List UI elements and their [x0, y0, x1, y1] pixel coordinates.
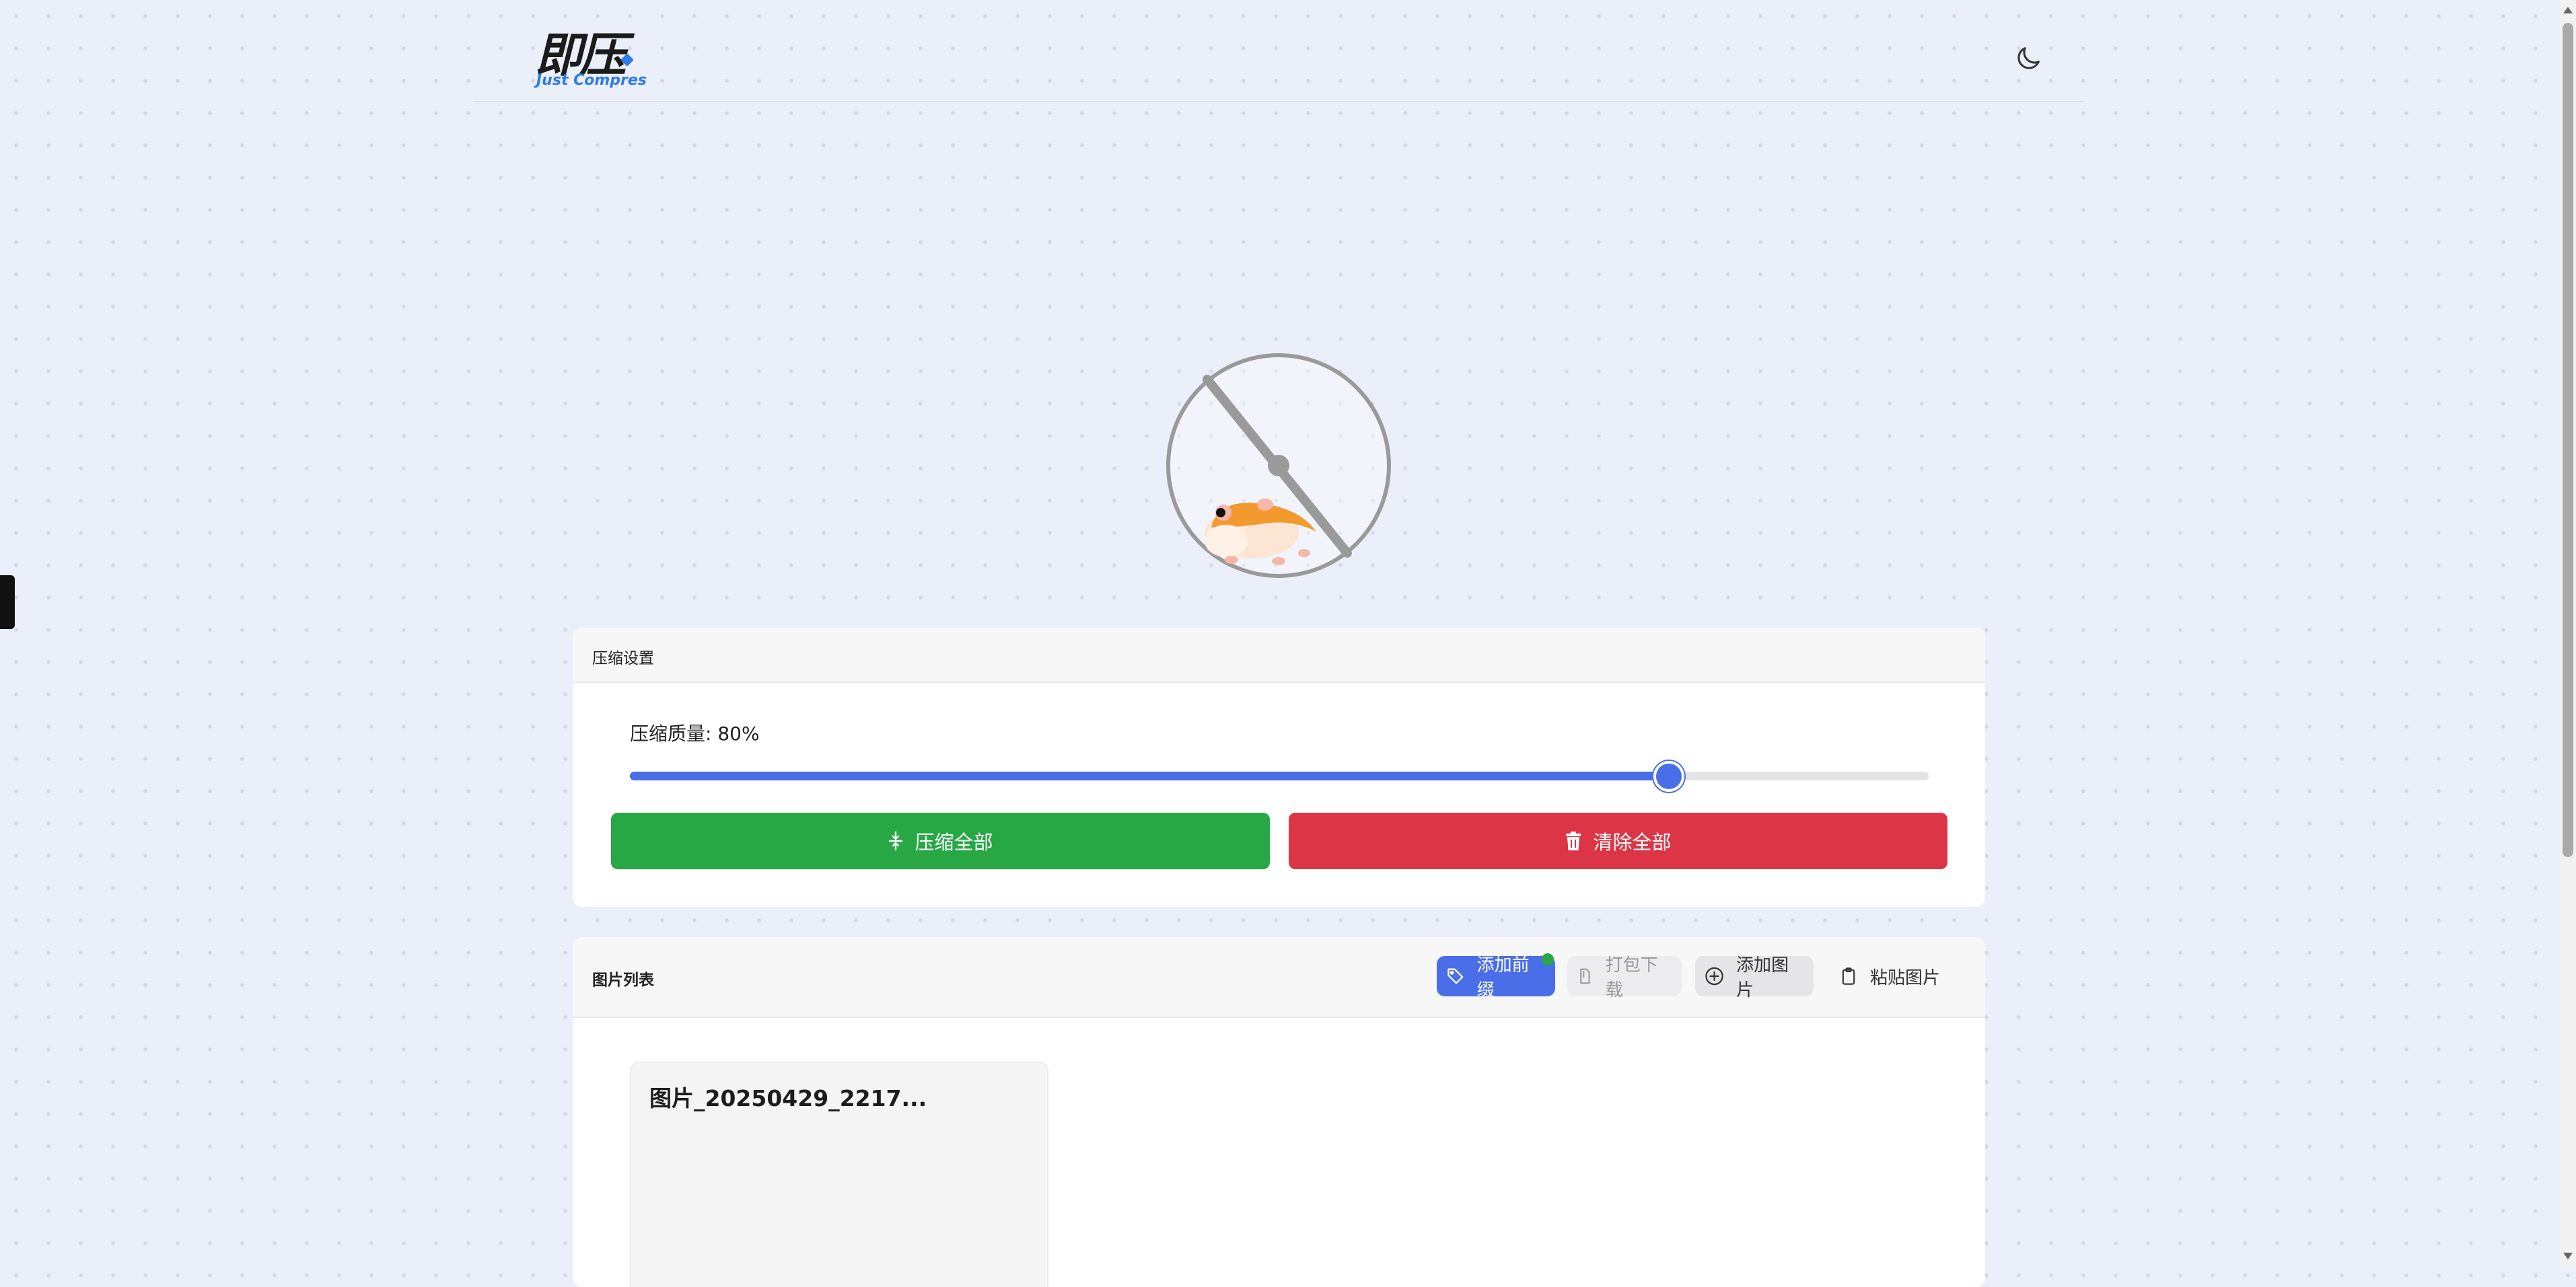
clear-all-label: 清除全部 — [1593, 831, 1672, 854]
compress-all-label: 压缩全部 — [915, 831, 993, 854]
compress-icon — [889, 831, 903, 851]
plus-circle-icon — [1705, 967, 1723, 986]
zip-file-icon — [1580, 968, 1590, 984]
image-item-card[interactable]: 图片_20250429_2217... — [630, 1062, 1048, 1287]
top-header: 即压 Just Compres — [473, 0, 2084, 102]
quality-slider-fill — [630, 772, 1669, 780]
moon-icon[interactable] — [2013, 43, 2044, 74]
paste-image-label: 粘贴图片 — [1870, 967, 1941, 988]
compression-settings-card: 压缩设置 压缩质量: 80% 压缩全部 清除全部 — [573, 628, 1985, 907]
settings-card-header: 压缩设置 — [573, 628, 1985, 683]
clear-all-button[interactable]: 清除全部 — [1289, 813, 1947, 869]
page-scrollbar[interactable] — [2560, 0, 2576, 1266]
hamster-wheel-illustration — [1164, 351, 1393, 580]
image-list-title: 图片列表 — [592, 971, 654, 989]
zip-download-button[interactable]: 打包下载 — [1567, 955, 1682, 1000]
scrollbar-thumb[interactable] — [2563, 23, 2573, 857]
trash-icon — [1566, 832, 1581, 850]
image-list-header: 图片列表 添加前缀 打包下载 添加图片 粘贴图片 — [573, 937, 1985, 1018]
scroll-down-arrow-icon[interactable] — [2563, 1253, 2573, 1259]
paste-image-button[interactable]: 粘贴图片 — [1830, 956, 1964, 996]
scroll-up-arrow-icon[interactable] — [2563, 7, 2573, 13]
compress-all-button[interactable]: 压缩全部 — [611, 813, 1270, 869]
add-image-label: 添加图片 — [1736, 955, 1789, 1000]
quality-slider[interactable] — [630, 761, 1929, 792]
side-drawer-tab[interactable] — [0, 575, 15, 629]
tag-icon — [1447, 968, 1464, 984]
settings-title: 压缩设置 — [592, 650, 654, 667]
zip-download-label: 打包下载 — [1605, 955, 1658, 1000]
add-image-button[interactable]: 添加图片 — [1695, 955, 1814, 1000]
active-badge — [1542, 953, 1554, 965]
add-prefix-label: 添加前缀 — [1476, 955, 1530, 1000]
image-list-card: 图片列表 添加前缀 打包下载 添加图片 粘贴图片 图片_20250429_221… — [573, 937, 1985, 1287]
quality-label: 压缩质量: 80% — [630, 723, 760, 745]
image-file-name: 图片_20250429_2217... — [649, 1085, 927, 1111]
clipboard-icon — [1842, 967, 1855, 985]
quality-slider-thumb[interactable] — [1653, 761, 1684, 792]
add-prefix-button[interactable]: 添加前缀 — [1437, 953, 1555, 1000]
app-logo[interactable]: 即压 Just Compres — [535, 28, 649, 93]
logo-subtitle: Just Compres — [536, 72, 647, 89]
